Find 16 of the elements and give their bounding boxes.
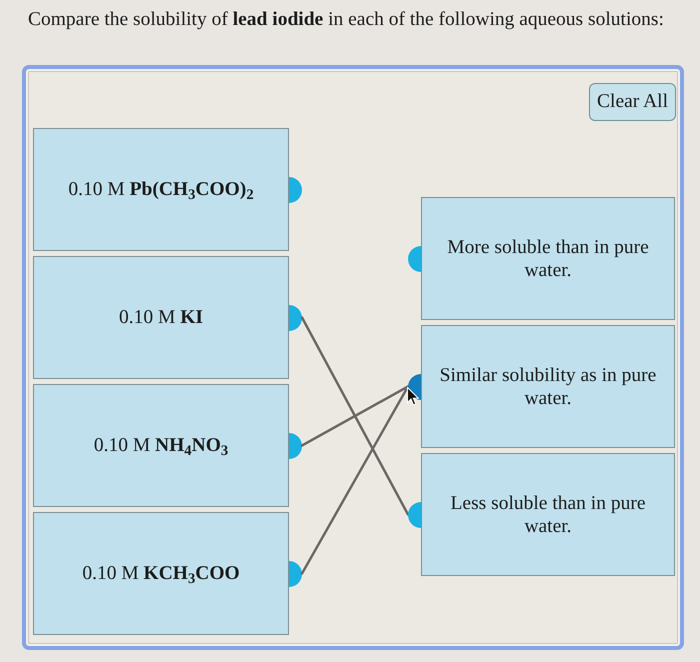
connector-handle-icon[interactable] [289,560,302,586]
question-text: Compare the solubility of lead iodide in each of the following aqueous solutions: [28,8,664,32]
match-item[interactable]: 0.10 M KI [33,256,289,379]
match-item[interactable]: 0.10 M Pb(CH$_{3}$COO)$_{2}$ [33,128,289,251]
mouse-pointer-icon [407,387,419,406]
match-item[interactable]: 0.10 M KCH$_{3}$COO [33,512,289,635]
connector-handle-icon[interactable] [289,432,302,458]
match-target[interactable]: Less soluble than in pure water. [421,453,675,576]
connector-handle-icon[interactable] [408,502,421,528]
connector-handle-icon[interactable] [408,246,421,272]
connector-handle-icon[interactable] [289,176,302,202]
match-target[interactable]: More soluble than in pure water. [421,197,675,320]
connector-handle-icon[interactable] [289,304,302,330]
clear-all-button[interactable]: Clear All [589,83,676,121]
match-target[interactable]: Similar solubility as in pure water. [421,325,675,448]
match-item[interactable]: 0.10 M NH$_{4}$NO$_{3}$ [33,384,289,507]
